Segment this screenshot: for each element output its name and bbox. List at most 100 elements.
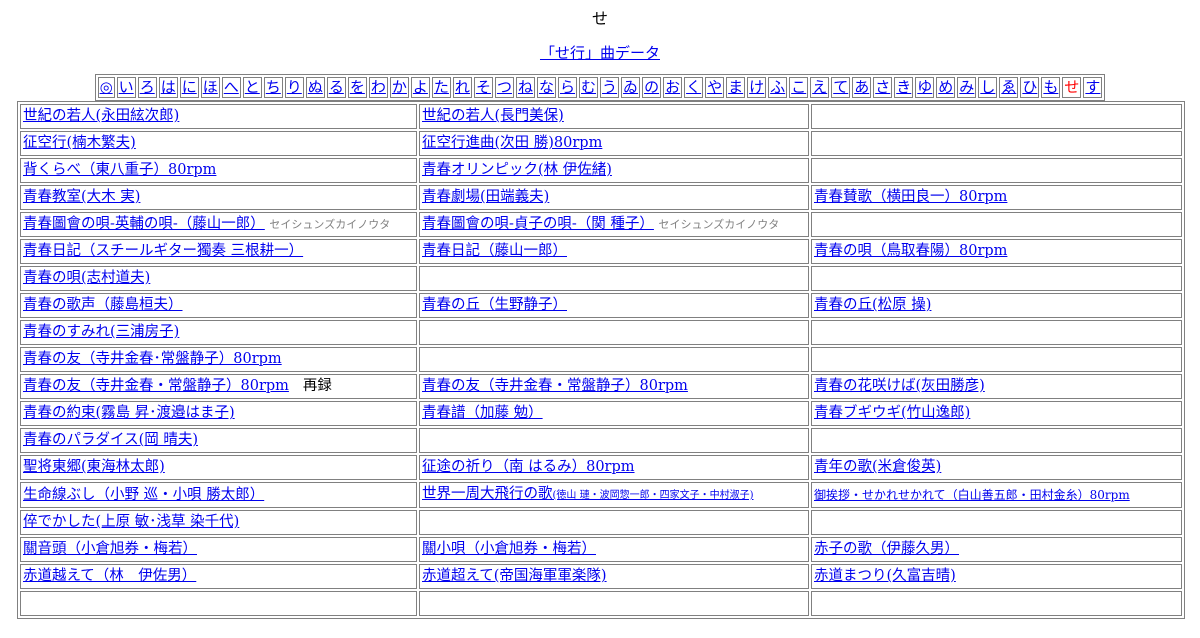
kana-nav-item[interactable]: ち — [263, 77, 283, 98]
kana-nav-item[interactable]: め — [936, 77, 956, 98]
kana-nav-item[interactable]: へ — [221, 77, 241, 98]
song-link[interactable]: 赤道まつり(久富吉晴) — [814, 568, 956, 584]
song-link[interactable]: 青春の丘(松原 操) — [814, 297, 931, 313]
kana-nav-link[interactable]: も — [1043, 78, 1058, 96]
song-link[interactable]: 青春圖會の唄-貞子の唄-（関 種子） — [422, 216, 654, 232]
song-link[interactable]: 倅でかした(上原 敏･浅草 染千代) — [23, 514, 239, 530]
kana-nav-link[interactable]: わ — [371, 78, 386, 96]
kana-nav-link[interactable]: か — [392, 78, 407, 96]
kana-nav-link[interactable]: り — [287, 78, 302, 96]
kana-nav-item[interactable]: い — [116, 77, 136, 98]
kana-nav-link[interactable]: を — [350, 78, 365, 96]
kana-nav-item[interactable]: あ — [852, 77, 872, 98]
kana-nav-item[interactable]: ひ — [1020, 77, 1040, 98]
kana-nav-item[interactable]: は — [158, 77, 178, 98]
song-link[interactable]: 征空行(楠木繁夫) — [23, 135, 136, 151]
subtitle-link[interactable]: 「せ行」曲データ — [540, 44, 660, 62]
song-link[interactable]: 御挨拶・せかれせかれて（白山善五郎・田村金糸）80rpm — [814, 487, 1130, 503]
kana-nav-link[interactable]: よ — [413, 78, 428, 96]
kana-nav-item[interactable]: ふ — [768, 77, 788, 98]
kana-nav-link[interactable]: て — [833, 78, 848, 96]
song-link[interactable]: 青春賛歌（横田良一）80rpm — [814, 189, 1007, 205]
kana-nav-item[interactable]: ゐ — [621, 77, 641, 98]
kana-nav-item[interactable]: ね — [515, 77, 535, 98]
kana-nav-link[interactable]: れ — [455, 78, 470, 96]
song-link[interactable]: 赤道超えて(帝国海軍軍楽隊) — [422, 568, 607, 584]
kana-nav-item[interactable]: に — [179, 77, 199, 98]
kana-nav-link[interactable]: し — [980, 78, 995, 96]
song-link[interactable]: 青春の唄(志村道夫) — [23, 270, 150, 286]
kana-nav-link[interactable]: み — [959, 78, 974, 96]
song-link[interactable]: 背くらべ（東八重子）80rpm — [23, 162, 216, 178]
kana-nav-link[interactable]: へ — [224, 78, 239, 96]
kana-nav-item[interactable]: て — [831, 77, 851, 98]
kana-nav-link[interactable]: え — [812, 78, 827, 96]
song-link[interactable]: 青春の約束(霧島 昇･渡邉はま子) — [23, 405, 235, 421]
kana-nav-item[interactable]: さ — [873, 77, 893, 98]
song-link[interactable]: 青春の友（寺井金春･常盤静子）80rpm — [23, 351, 282, 367]
kana-nav-item[interactable]: よ — [410, 77, 430, 98]
kana-nav-link[interactable]: す — [1085, 78, 1100, 96]
song-link[interactable]: 青春のパラダイス(岡 晴夫) — [23, 432, 198, 448]
song-link[interactable]: 青春の唄（鳥取春陽）80rpm — [814, 243, 1007, 259]
kana-nav-item[interactable]: う — [600, 77, 620, 98]
song-link[interactable]: 聖将東郷(東海林太郎) — [23, 459, 165, 475]
kana-nav-link[interactable]: ね — [518, 78, 533, 96]
song-link[interactable]: 青春劇場(田端義夫) — [422, 189, 549, 205]
kana-nav-link[interactable]: ゆ — [917, 78, 932, 96]
kana-nav-item[interactable]: し — [978, 77, 998, 98]
kana-nav-link[interactable]: ら — [560, 78, 575, 96]
kana-nav-link[interactable]: ◎ — [100, 78, 113, 96]
kana-nav-link[interactable]: つ — [497, 78, 512, 96]
kana-nav-link[interactable]: ぬ — [308, 78, 323, 96]
kana-nav-item[interactable]: ゑ — [999, 77, 1019, 98]
song-link[interactable]: 青春日記（藤山一郎） — [422, 243, 567, 259]
kana-nav-link[interactable]: ほ — [203, 78, 218, 96]
kana-nav-item[interactable]: わ — [368, 77, 388, 98]
kana-nav-link[interactable]: ゑ — [1001, 78, 1016, 96]
kana-nav-item[interactable]: り — [284, 77, 304, 98]
kana-nav-item[interactable]: る — [326, 77, 346, 98]
kana-nav-item[interactable]: た — [431, 77, 451, 98]
kana-nav-item[interactable]: と — [242, 77, 262, 98]
song-link[interactable]: 青春オリンピック(林 伊佐緒) — [422, 162, 612, 178]
kana-nav-item[interactable]: か — [389, 77, 409, 98]
kana-nav-link[interactable]: ま — [728, 78, 743, 96]
kana-nav-item[interactable]: み — [957, 77, 977, 98]
song-link[interactable]: 赤道越えて（林 伊佐男） — [23, 568, 196, 584]
kana-nav-item[interactable]: や — [705, 77, 725, 98]
kana-nav-link[interactable]: ひ — [1022, 78, 1037, 96]
song-link[interactable]: 青春のすみれ(三浦房子) — [23, 324, 179, 340]
song-link[interactable]: 青春の友（寺井金春・常盤静子）80rpm — [422, 378, 688, 394]
kana-nav-link[interactable]: お — [665, 78, 680, 96]
kana-nav-link[interactable]: む — [581, 78, 596, 96]
kana-nav-link[interactable]: と — [245, 78, 260, 96]
kana-nav-link[interactable]: い — [119, 78, 134, 96]
kana-nav-item[interactable]: く — [684, 77, 704, 98]
song-link[interactable]: 赤子の歌（伊藤久男） — [814, 541, 959, 557]
kana-nav-item[interactable]: も — [1041, 77, 1061, 98]
kana-nav-item[interactable]: ら — [558, 77, 578, 98]
song-link[interactable]: 關音頭（小倉旭券・梅若） — [23, 541, 197, 557]
kana-nav-link[interactable]: や — [707, 78, 722, 96]
kana-nav-link[interactable]: そ — [476, 78, 491, 96]
kana-nav-link[interactable]: あ — [854, 78, 869, 96]
song-link[interactable]: 青春の花咲けば(灰田勝彦) — [814, 378, 985, 394]
song-link[interactable]: 青春の丘（生野静子） — [422, 297, 567, 313]
song-link[interactable]: 青春の歌声（藤島桓夫） — [23, 297, 183, 313]
kana-nav-link[interactable]: の — [644, 78, 659, 96]
kana-nav-item[interactable]: つ — [494, 77, 514, 98]
kana-nav-link[interactable]: こ — [791, 78, 806, 96]
kana-nav-item[interactable]: そ — [473, 77, 493, 98]
kana-nav-item[interactable]: お — [663, 77, 683, 98]
song-link[interactable]: 征空行進曲(次田 勝)80rpm — [422, 135, 602, 151]
kana-nav-item[interactable]: ま — [726, 77, 746, 98]
kana-nav-item[interactable]: す — [1083, 77, 1103, 98]
kana-nav-link[interactable]: た — [434, 78, 449, 96]
song-link[interactable]: 世紀の若人(長門美保) — [422, 108, 564, 124]
kana-nav-item[interactable]: き — [894, 77, 914, 98]
kana-nav-link[interactable]: ち — [266, 78, 281, 96]
kana-nav-link[interactable]: め — [938, 78, 953, 96]
kana-nav-link[interactable]: ゐ — [623, 78, 638, 96]
song-link[interactable]: 青春譜（加藤 勉） — [422, 405, 543, 421]
